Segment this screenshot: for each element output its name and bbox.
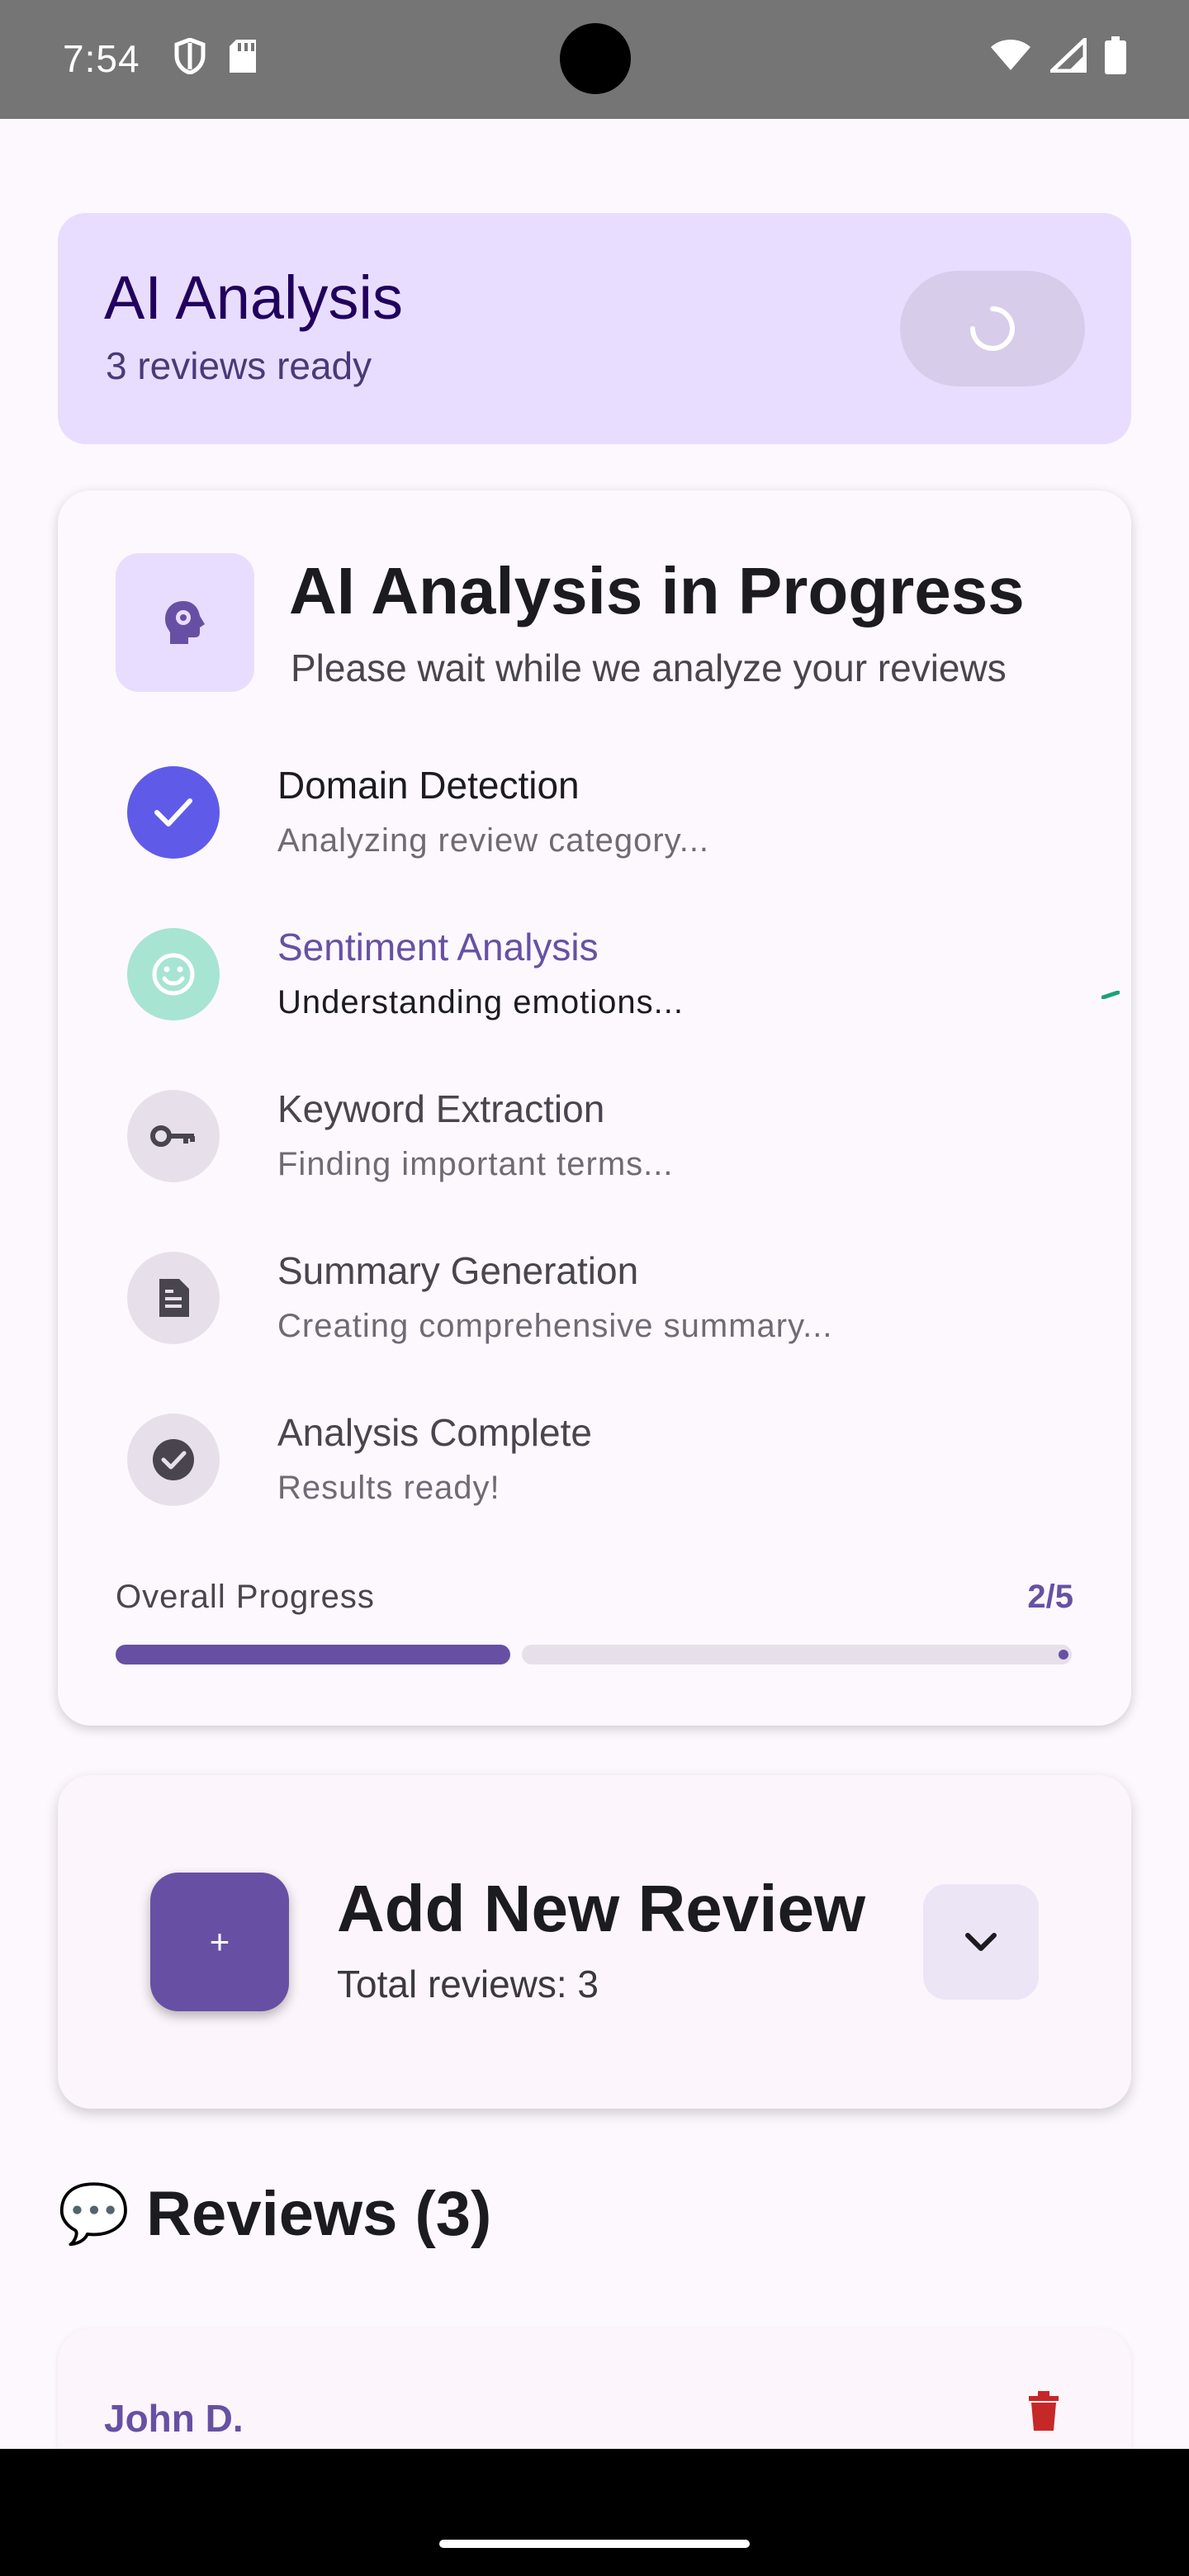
reviews-title: Reviews (3) bbox=[146, 2179, 492, 2249]
step-status bbox=[127, 1090, 220, 1182]
step-progress-spinner bbox=[1101, 991, 1120, 999]
speech-bubble-icon: 💬 bbox=[58, 2181, 130, 2246]
step-title: Domain Detection bbox=[277, 764, 580, 807]
step-title: Summary Generation bbox=[277, 1249, 639, 1292]
step-description: Analyzing review category... bbox=[277, 822, 710, 859]
add-review-card[interactable]: + Add New Review Total reviews: 3 bbox=[58, 1775, 1131, 2109]
status-time: 7:54 bbox=[63, 37, 140, 80]
add-review-button[interactable]: + bbox=[150, 1873, 289, 2011]
status-right-icons bbox=[989, 35, 1126, 78]
step-sentiment-analysis: Sentiment Analysis Understanding emotion… bbox=[127, 926, 1120, 1020]
home-gesture-handle[interactable] bbox=[439, 2540, 750, 2548]
step-description: Creating comprehensive summary... bbox=[277, 1308, 833, 1344]
camera-cutout bbox=[560, 23, 631, 94]
step-status bbox=[127, 1252, 220, 1344]
step-status bbox=[127, 928, 220, 1020]
review-author: John D. bbox=[104, 2397, 244, 2440]
loading-spinner-icon bbox=[970, 306, 1015, 351]
trash-icon bbox=[1029, 2391, 1059, 2431]
analyze-button[interactable] bbox=[900, 271, 1085, 386]
document-icon bbox=[159, 1279, 189, 1317]
step-title: Keyword Extraction bbox=[277, 1087, 605, 1130]
wifi-icon bbox=[989, 39, 1032, 76]
overall-progress-label: Overall Progress bbox=[116, 1579, 375, 1615]
psychology-icon bbox=[165, 601, 205, 644]
chevron-down-icon bbox=[965, 1933, 997, 1951]
check-icon bbox=[154, 798, 192, 826]
signal-icon bbox=[1046, 35, 1087, 77]
step-keyword-extraction: Keyword Extraction Finding important ter… bbox=[127, 1087, 1077, 1182]
shield-icon bbox=[173, 37, 206, 78]
key-icon bbox=[150, 1125, 195, 1147]
overall-progress-bar-track bbox=[522, 1645, 1072, 1664]
step-summary-generation: Summary Generation Creating comprehensiv… bbox=[127, 1249, 1077, 1344]
step-description: Understanding emotions... bbox=[277, 984, 684, 1020]
analysis-header-card: AI Analysis 3 reviews ready bbox=[58, 213, 1131, 444]
progress-bar-end-dot bbox=[1059, 1650, 1068, 1660]
status-bar: 7:54 bbox=[0, 0, 1189, 119]
sd-card-icon bbox=[228, 38, 258, 78]
step-status bbox=[127, 766, 220, 859]
overall-progress-bar-fill bbox=[116, 1645, 510, 1664]
battery-icon bbox=[1105, 36, 1126, 78]
reviews-header: 💬 Reviews (3) bbox=[58, 2178, 491, 2250]
step-description: Finding important terms... bbox=[277, 1146, 674, 1182]
progress-title: AI Analysis in Progress bbox=[289, 554, 1025, 627]
header-subtitle: 3 reviews ready bbox=[106, 344, 372, 387]
navigation-bar bbox=[0, 2449, 1189, 2576]
step-title: Sentiment Analysis bbox=[277, 926, 599, 968]
analysis-progress-card: AI Analysis in Progress Please wait whil… bbox=[58, 490, 1131, 1726]
check-circle-icon bbox=[153, 1439, 194, 1480]
progress-subtitle: Please wait while we analyze your review… bbox=[291, 646, 1007, 689]
header-title: AI Analysis bbox=[104, 263, 403, 332]
step-title: Analysis Complete bbox=[277, 1411, 592, 1454]
step-domain-detection: Domain Detection Analyzing review catego… bbox=[127, 764, 1077, 859]
step-description: Results ready! bbox=[277, 1470, 500, 1506]
total-reviews-count: Total reviews: 3 bbox=[337, 1963, 599, 2005]
step-status bbox=[127, 1413, 220, 1506]
brain-icon-tile bbox=[116, 553, 254, 692]
status-left-icons bbox=[173, 37, 258, 78]
smile-icon bbox=[152, 953, 195, 996]
delete-review-button[interactable] bbox=[1027, 2391, 1060, 2436]
expand-button[interactable] bbox=[923, 1884, 1039, 2000]
overall-progress-value: 2/5 bbox=[1027, 1579, 1073, 1615]
add-review-title: Add New Review bbox=[337, 1872, 866, 1945]
step-analysis-complete: Analysis Complete Results ready! bbox=[127, 1411, 1077, 1506]
